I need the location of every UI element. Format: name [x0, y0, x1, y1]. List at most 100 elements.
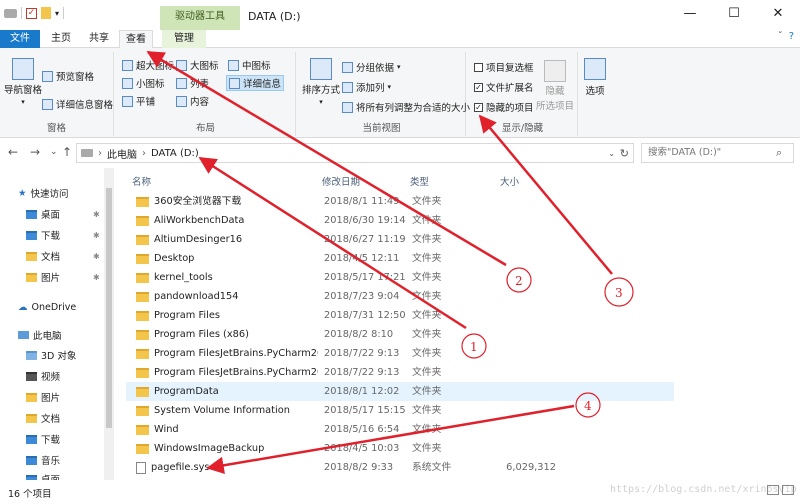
modified-date-cell: 2018/4/5 12:11 — [324, 253, 400, 264]
maximize-button[interactable]: ☐ — [712, 0, 756, 30]
ribbon-collapse-icon[interactable]: ˇ — [778, 31, 783, 42]
checkbox-item-checkboxes[interactable] — [474, 62, 483, 72]
pin-icon[interactable]: ✱ — [93, 273, 100, 282]
table-row[interactable]: AltiumDesinger16 2018/6/27 11:19 文件夹 — [126, 230, 674, 249]
breadcrumb-this-pc[interactable]: 此电脑 — [107, 146, 137, 161]
layout-list[interactable]: 列表 — [176, 76, 209, 90]
chevron-down-icon[interactable]: ⌄ — [608, 149, 615, 158]
table-row[interactable]: AliWorkbenchData 2018/6/30 19:14 文件夹 — [126, 211, 674, 230]
layout-large-icons[interactable]: 大图标 — [176, 58, 219, 72]
details-view-icon[interactable] — [767, 485, 779, 495]
nav-music[interactable]: 音乐 — [26, 451, 60, 469]
size-cell: 6,029,312 — [506, 462, 556, 473]
table-row[interactable]: Program Files (x86) 2018/8/2 8:10 文件夹 — [126, 325, 674, 344]
layout-small-icons[interactable]: 小图标 — [122, 76, 165, 90]
table-row[interactable]: Program FilesJetBrains.PyCharm2018.... 20… — [126, 344, 674, 363]
breadcrumb-data-drive[interactable]: DATA (D:) — [151, 148, 199, 159]
layout-medium-icons[interactable]: 中图标 — [228, 58, 271, 72]
sort-by-button[interactable]: 排序方式 ▾ — [302, 58, 340, 106]
up-arrow-icon[interactable]: ↑ — [62, 145, 72, 159]
table-row[interactable]: pagefile.sys 2018/8/2 9:33 系统文件 6,029,312 — [126, 458, 674, 477]
column-header-size[interactable]: 大小 — [500, 174, 519, 188]
large-icons-view-icon[interactable] — [782, 485, 794, 495]
item-checkboxes-toggle[interactable]: 项目复选框 — [474, 60, 534, 74]
help-icon[interactable]: ? — [789, 31, 794, 42]
checkbox-file-extensions[interactable]: ✓ — [474, 82, 483, 92]
layout-tiles[interactable]: 平铺 — [122, 94, 155, 108]
table-row[interactable]: WindowsImageBackup 2018/4/5 10:03 文件夹 — [126, 439, 674, 458]
fit-columns-button[interactable]: 将所有列调整为合适的大小 — [342, 100, 470, 114]
hidden-items-toggle[interactable]: ✓ 隐藏的项目 — [474, 100, 534, 114]
scrollbar-thumb[interactable] — [106, 188, 112, 428]
column-header-type[interactable]: 类型 — [410, 174, 429, 188]
refresh-icon[interactable]: ↻ — [620, 147, 629, 160]
layout-details[interactable]: 详细信息 — [226, 75, 285, 91]
nav-pictures-pc[interactable]: 图片 — [26, 388, 60, 406]
drive-icon[interactable] — [4, 8, 17, 18]
new-folder-icon[interactable] — [41, 7, 51, 19]
file-extensions-toggle[interactable]: ✓ 文件扩展名 — [474, 80, 534, 94]
qat-dropdown-icon[interactable]: ▾ — [55, 9, 59, 18]
table-row[interactable]: Program FilesJetBrains.PyCharm2018.... 20… — [126, 363, 674, 382]
nav-onedrive[interactable]: ☁ OneDrive — [18, 298, 76, 316]
options-button[interactable]: 选项 — [584, 58, 606, 97]
table-row[interactable]: kernel_tools 2018/5/17 17:21 文件夹 — [126, 268, 674, 287]
back-arrow-icon[interactable]: ← — [8, 145, 18, 159]
nav-pictures[interactable]: 图片 — [26, 268, 60, 286]
table-row[interactable]: pandownload154 2018/7/23 9:04 文件夹 — [126, 287, 674, 306]
content-icon — [176, 95, 187, 107]
nav-3d-objects[interactable]: 3D 对象 — [26, 346, 76, 364]
pin-icon[interactable]: ✱ — [93, 231, 100, 240]
tab-share[interactable]: 共享 — [82, 30, 116, 48]
title-bar: ✓ ▾ 驱动器工具 DATA (D:) — ☐ ✕ — [0, 0, 800, 30]
table-row[interactable]: 360安全浏览器下载 2018/8/1 11:49 文件夹 — [126, 192, 674, 211]
table-row[interactable]: Wind 2018/5/16 6:54 文件夹 — [126, 420, 674, 439]
tab-manage[interactable]: 管理 — [162, 30, 206, 48]
nav-downloads-pc[interactable]: 下载 — [26, 430, 60, 448]
nav-pane-button[interactable]: 导航窗格 ▾ — [4, 58, 42, 106]
pin-icon[interactable]: ✱ — [93, 252, 100, 261]
layout-content[interactable]: 内容 — [176, 94, 209, 108]
checkbox-hidden-items[interactable]: ✓ — [474, 102, 483, 112]
nav-videos[interactable]: 视频 — [26, 367, 60, 385]
nav-desktop[interactable]: 桌面 — [26, 205, 60, 223]
folder-icon — [136, 310, 149, 321]
table-row[interactable]: System Volume Information 2018/5/17 15:15… — [126, 401, 674, 420]
table-row[interactable]: Desktop 2018/4/5 12:11 文件夹 — [126, 249, 674, 268]
tab-view[interactable]: 查看 — [119, 30, 153, 49]
folder-icon — [136, 196, 149, 207]
table-row[interactable]: ProgramData 2018/8/1 12:02 文件夹 — [126, 382, 674, 401]
nav-downloads[interactable]: 下载 — [26, 226, 60, 244]
status-bar: 16 个项目 https://blog.csdn.net/xrinosvip — [0, 480, 800, 504]
nav-documents[interactable]: 文档 — [26, 247, 60, 265]
pin-icon[interactable]: ✱ — [93, 210, 100, 219]
close-button[interactable]: ✕ — [756, 0, 800, 30]
minimize-button[interactable]: — — [668, 0, 712, 30]
properties-check-icon[interactable]: ✓ — [26, 7, 37, 19]
group-by-button[interactable]: 分组依据 ▾ — [342, 60, 401, 74]
forward-arrow-icon[interactable]: → — [30, 145, 40, 159]
tab-home[interactable]: 主页 — [44, 30, 78, 48]
hide-selected-button[interactable]: 隐藏 所选项目 — [536, 60, 574, 112]
search-input[interactable]: 搜索"DATA (D:)" — [641, 143, 794, 163]
details-pane-button[interactable]: 详细信息窗格 — [42, 97, 113, 111]
nav-this-pc[interactable]: 此电脑 — [18, 326, 62, 344]
system-file-icon — [136, 461, 146, 474]
add-column-button[interactable]: 添加列 ▾ — [342, 80, 391, 94]
file-name-cell: Wind — [136, 420, 318, 439]
layout-extra-large-icons[interactable]: 超大图标 — [122, 58, 174, 72]
column-header-date[interactable]: 修改日期 — [322, 174, 360, 188]
tab-file[interactable]: 文件 — [0, 30, 40, 48]
folder-icon — [136, 386, 149, 397]
file-name-cell: AliWorkbenchData — [136, 211, 318, 230]
address-bar[interactable]: › 此电脑 › DATA (D:) ⌄ ↻ — [76, 143, 634, 163]
nav-pane-scrollbar[interactable] — [104, 168, 114, 480]
preview-pane-button[interactable]: 预览窗格 — [42, 69, 94, 83]
table-row[interactable]: Program Files 2018/7/31 12:50 文件夹 — [126, 306, 674, 325]
column-header-name[interactable]: 名称 — [132, 174, 151, 188]
nav-quick-access[interactable]: ★ 快速访问 — [18, 184, 69, 202]
nav-documents-pc[interactable]: 文档 — [26, 409, 60, 427]
divider — [63, 7, 65, 19]
group-panes: 导航窗格 ▾ 预览窗格 详细信息窗格 窗格 — [0, 52, 114, 136]
recent-locations-chevron-icon[interactable]: ⌄ — [50, 147, 58, 157]
